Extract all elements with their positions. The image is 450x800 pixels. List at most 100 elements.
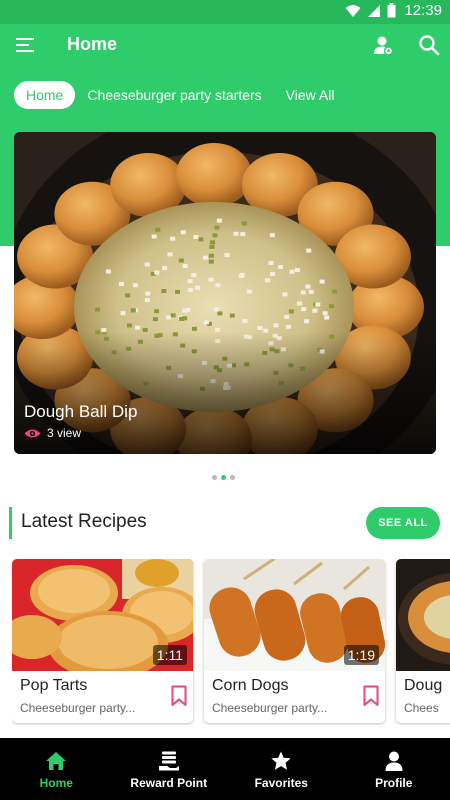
bookmark-icon[interactable] [363, 685, 379, 707]
carousel-dot[interactable] [230, 475, 235, 480]
dip-topping [269, 233, 275, 238]
nav-profile[interactable]: Profile [338, 738, 450, 800]
dip-topping [322, 311, 328, 316]
battery-icon [387, 3, 396, 18]
nav-label: Reward Point [130, 776, 208, 790]
dip-topping [286, 324, 291, 329]
account-icon[interactable] [372, 34, 394, 56]
dip-topping [257, 325, 263, 330]
featured-recipe-views: 3 view [24, 426, 81, 440]
recipe-category: Cheeseburger party... [20, 701, 136, 715]
tab-home[interactable]: Home [14, 81, 76, 109]
dip-topping [208, 277, 214, 282]
dip-topping [214, 225, 220, 230]
dip-topping [120, 311, 126, 316]
app-title: Home [67, 34, 118, 54]
dip-topping [125, 293, 131, 298]
dip-topping [105, 269, 111, 274]
recipe-title: Pop Tarts [20, 677, 88, 694]
latest-recipes-heading: Latest Recipes [21, 511, 147, 532]
dip-topping [182, 316, 188, 321]
dip-topping [241, 221, 247, 226]
tab-view-all[interactable]: View All [274, 81, 347, 109]
recipe-card-dough-ball-dip[interactable]: Doug Chees [396, 559, 450, 723]
status-bar: 12:39 [0, 0, 450, 24]
reward-icon [158, 751, 179, 771]
dip-topping [95, 307, 100, 312]
dip-topping [152, 317, 158, 322]
featured-recipe-card[interactable]: Dough Ball Dip 3 view [14, 132, 436, 454]
dip-topping [289, 269, 295, 274]
dip-topping [308, 289, 314, 294]
dip-topping [312, 308, 318, 313]
dip-topping [305, 284, 311, 289]
nav-label: Home [39, 776, 73, 790]
dip-topping [246, 289, 252, 294]
dip-topping [282, 292, 288, 297]
dip-topping [144, 262, 150, 267]
carousel-indicator [212, 475, 235, 480]
bookmark-icon[interactable] [171, 685, 187, 707]
dip-topping [167, 252, 173, 257]
recipe-image-dough-ball-dip [396, 559, 450, 671]
nav-favorites[interactable]: Favorites [225, 738, 338, 800]
dip-topping [144, 298, 150, 303]
see-all-button[interactable]: SEE ALL [366, 507, 440, 539]
dip-topping [215, 283, 221, 288]
dip-topping [306, 248, 312, 253]
recipe-category: Cheeseburger party... [212, 701, 328, 715]
nav-home[interactable]: Home [0, 738, 113, 800]
menu-icon[interactable] [16, 36, 36, 54]
status-icons: 12:39 [345, 2, 442, 19]
dip-topping [212, 233, 218, 238]
dip-topping [210, 240, 216, 245]
dip-topping [329, 304, 335, 309]
home-icon [46, 752, 67, 770]
dip-topping [175, 289, 180, 294]
dip-topping [142, 328, 148, 332]
recipe-card-corn-dogs[interactable]: 1:19 Corn Dogs Cheeseburger party... [204, 559, 385, 723]
dip-topping [170, 236, 176, 241]
dip-topping [127, 323, 132, 328]
dip-topping [208, 253, 214, 258]
dip-topping [215, 327, 221, 332]
tab-cheeseburger-party-starters[interactable]: Cheeseburger party starters [75, 81, 273, 109]
nav-label: Profile [375, 776, 413, 790]
recipe-title: Doug [404, 677, 443, 694]
dip-topping [187, 279, 193, 284]
signal-icon [368, 4, 381, 17]
dip-topping [151, 234, 157, 239]
dip-topping [182, 264, 188, 268]
recipe-card-pop-tarts[interactable]: 1:11 Pop Tarts Cheeseburger party... [12, 559, 193, 723]
dip-topping [239, 273, 245, 277]
dip-topping [154, 309, 160, 314]
dip-topping [165, 315, 171, 320]
status-time: 12:39 [404, 2, 442, 19]
dip-topping [332, 289, 337, 294]
carousel-dot[interactable] [212, 475, 217, 480]
dip-topping [270, 272, 275, 277]
recipe-title: Corn Dogs [212, 677, 289, 694]
dip-topping [233, 231, 239, 236]
dip-topping [315, 302, 321, 307]
nav-reward-point[interactable]: Reward Point [113, 738, 226, 800]
dip-topping [161, 289, 167, 293]
dip-topping [119, 281, 124, 286]
dip-topping [202, 255, 208, 260]
latest-recipes-list: 1:11 Pop Tarts Cheeseburger party... 1:1… [12, 559, 450, 725]
bottom-navigation: Home Reward Point Favorites Profile [0, 738, 450, 800]
dip-topping [162, 266, 168, 271]
dip-topping [284, 314, 290, 319]
dip-topping [240, 232, 246, 237]
dip-topping [273, 323, 279, 328]
dip-topping [154, 270, 160, 275]
carousel-dot-active[interactable] [221, 475, 226, 480]
dip-topping [304, 319, 310, 324]
dip-topping [193, 235, 199, 239]
dip-topping [324, 315, 330, 320]
dip-topping [217, 311, 223, 316]
dip-topping [209, 244, 215, 249]
search-icon[interactable] [418, 34, 440, 56]
dip-topping [170, 313, 176, 318]
dip-topping [265, 278, 271, 283]
